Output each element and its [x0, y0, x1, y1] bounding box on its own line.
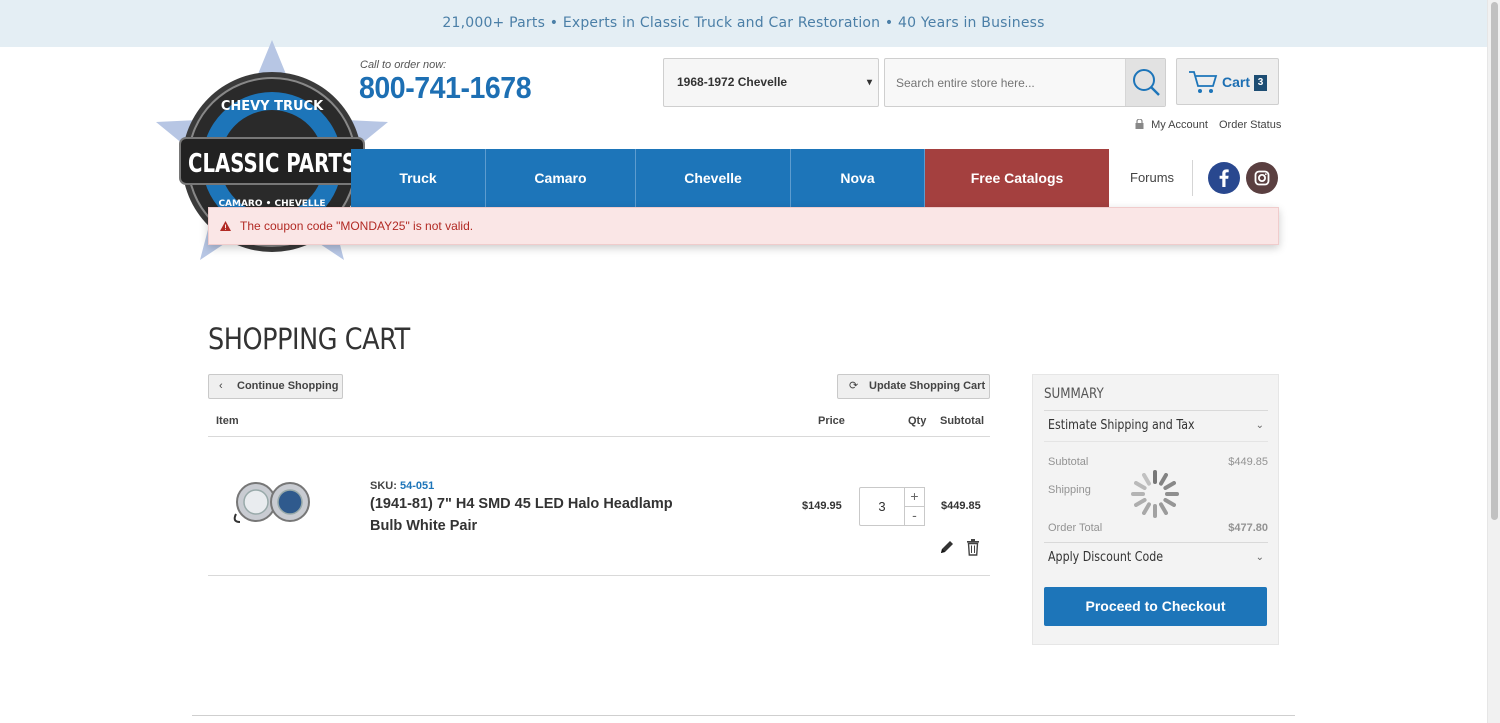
product-sku: SKU: 54-051	[370, 480, 434, 492]
discount-code-toggle[interactable]: Apply Discount Code ⌄	[1044, 542, 1268, 573]
my-account-link[interactable]: My Account	[1151, 119, 1208, 131]
search-button[interactable]	[1125, 59, 1165, 106]
continue-shopping-button[interactable]: ‹ Continue Shopping	[208, 374, 343, 399]
subtotal-label: Subtotal	[1048, 456, 1089, 468]
loading-spinner-icon	[1131, 470, 1179, 518]
subtotal-value: $449.85	[1228, 456, 1268, 468]
scrollbar[interactable]	[1487, 0, 1500, 723]
instagram-button[interactable]	[1246, 162, 1278, 194]
col-subtotal: Subtotal	[940, 415, 984, 427]
quantity-input[interactable]: 3	[859, 487, 905, 526]
table-header-rule	[208, 436, 990, 437]
trash-icon[interactable]	[965, 538, 981, 556]
discount-code-label: Apply Discount Code	[1048, 550, 1164, 565]
continue-shopping-label: Continue Shopping	[237, 380, 339, 392]
chevron-down-icon: ⌄	[1255, 552, 1264, 563]
chevron-left-icon: ‹	[219, 380, 223, 392]
warning-icon	[220, 221, 231, 231]
nav-free-catalogs[interactable]: Free Catalogs	[925, 149, 1109, 207]
cart-button[interactable]: Cart 3	[1176, 58, 1279, 105]
qty-increment-button[interactable]: +	[904, 487, 925, 507]
vehicle-select-value: 1968-1972 Chevelle	[677, 75, 788, 89]
instagram-icon	[1254, 170, 1270, 186]
account-links: My Account Order Status	[1135, 119, 1281, 131]
col-item: Item	[216, 415, 239, 427]
logo-ring-top-text: CHEVY TRUCK	[221, 99, 324, 114]
footer-divider	[192, 715, 1295, 716]
product-image[interactable]	[230, 478, 316, 526]
cart-label: Cart	[1222, 74, 1251, 90]
update-cart-button[interactable]: ⟳ Update Shopping Cart	[837, 374, 990, 399]
facebook-button[interactable]	[1208, 162, 1240, 194]
facebook-icon	[1219, 169, 1229, 187]
shipping-label: Shipping	[1048, 484, 1091, 496]
forums-link[interactable]: Forums	[1130, 170, 1174, 185]
cart-icon	[1189, 71, 1218, 93]
chevron-down-icon: ⌄	[1255, 420, 1264, 431]
estimate-shipping-label: Estimate Shipping and Tax	[1048, 418, 1195, 433]
sku-label: SKU:	[370, 480, 397, 492]
coupon-error-alert: The coupon code "MONDAY25" is not valid.	[208, 207, 1279, 245]
sku-value[interactable]: 54-051	[400, 480, 434, 492]
search-box	[884, 58, 1166, 107]
order-status-link[interactable]: Order Status	[1219, 119, 1281, 131]
page-title: SHOPPING CART	[208, 322, 410, 356]
summary-title: SUMMARY	[1044, 386, 1104, 402]
cart-count-badge: 3	[1254, 75, 1267, 91]
update-cart-label: Update Shopping Cart	[869, 380, 986, 392]
logo-main-text: CLASSIC PARTS	[188, 149, 356, 179]
estimate-shipping-toggle[interactable]: Estimate Shipping and Tax ⌄	[1044, 410, 1268, 441]
nav-nova[interactable]: Nova	[791, 149, 925, 207]
nav-camaro[interactable]: Camaro	[486, 149, 636, 207]
nav-chevelle[interactable]: Chevelle	[636, 149, 791, 207]
alert-message: The coupon code "MONDAY25" is not valid.	[240, 219, 474, 233]
table-bottom-rule	[208, 575, 990, 576]
col-price: Price	[818, 415, 845, 427]
qty-decrement-button[interactable]: -	[904, 506, 925, 526]
proceed-to-checkout-button[interactable]: Proceed to Checkout	[1044, 587, 1267, 626]
refresh-icon: ⟳	[849, 380, 859, 392]
product-name[interactable]: (1941-81) 7" H4 SMD 45 LED Halo Headlamp…	[370, 493, 700, 537]
col-qty: Qty	[908, 415, 927, 427]
order-total-label: Order Total	[1048, 522, 1103, 534]
lock-icon	[1135, 119, 1144, 129]
vehicle-select[interactable]: 1968-1972 Chevelle ▾	[663, 58, 879, 107]
search-input[interactable]	[885, 59, 1125, 106]
product-price: $149.95	[802, 500, 842, 512]
edit-icon[interactable]	[938, 538, 956, 556]
chevron-down-icon: ▾	[866, 77, 872, 88]
nav-truck[interactable]: Truck	[351, 149, 486, 207]
product-subtotal: $449.85	[941, 500, 981, 512]
scrollbar-thumb[interactable]	[1491, 2, 1498, 520]
search-icon	[1133, 69, 1160, 96]
order-total-value: $477.80	[1228, 522, 1268, 534]
phone-number[interactable]: 800-741-1678	[359, 70, 532, 106]
nav-divider	[1192, 160, 1193, 196]
